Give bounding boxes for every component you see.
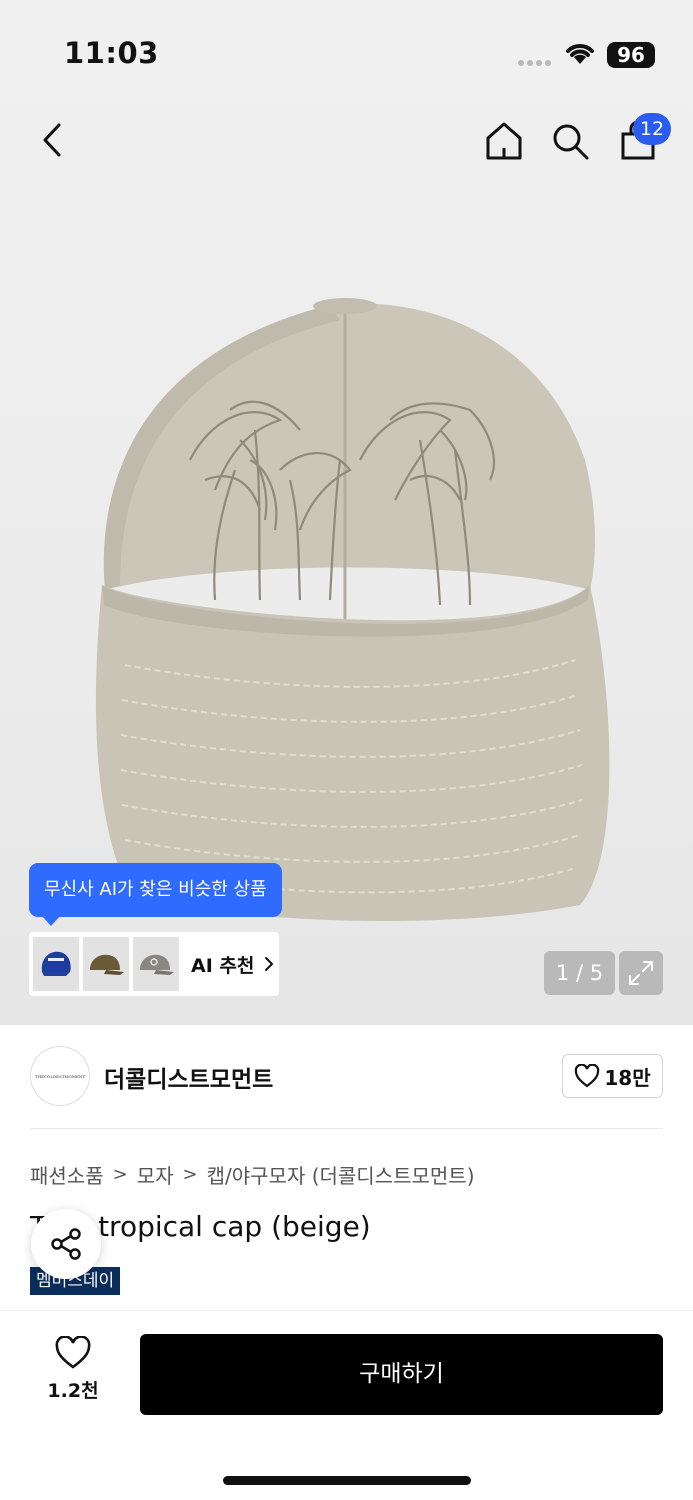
tooltip-tail bbox=[42, 916, 60, 926]
share-icon bbox=[51, 1228, 81, 1260]
ai-thumbnail[interactable] bbox=[83, 937, 129, 991]
home-icon bbox=[486, 122, 522, 160]
brand-logo[interactable]: THECOLDESTMOMENT bbox=[30, 1046, 90, 1106]
brand-row: THECOLDESTMOMENT 더콜디스트모먼트 18만 bbox=[30, 1046, 663, 1106]
cellular-signal-icon bbox=[518, 60, 551, 66]
brand-like-count: 18만 bbox=[604, 1065, 651, 1090]
image-page-counter: 1 / 5 bbox=[544, 951, 615, 995]
chevron-right-icon bbox=[265, 957, 274, 971]
brand-logo-text: THECOLDESTMOMENT bbox=[34, 1073, 86, 1079]
home-button[interactable] bbox=[480, 116, 528, 166]
status-bar: 11:03 96 bbox=[0, 0, 693, 100]
share-button[interactable] bbox=[31, 1209, 101, 1279]
breadcrumb-item[interactable]: 모자 bbox=[137, 1160, 174, 1189]
heart-icon bbox=[575, 1064, 600, 1088]
breadcrumb-item[interactable]: 캡/야구모자 (더콜디스트모먼트) bbox=[207, 1160, 475, 1189]
brand-name[interactable]: 더콜디스트모먼트 bbox=[104, 1060, 273, 1094]
ai-thumbnail[interactable] bbox=[33, 937, 79, 991]
breadcrumb-item[interactable]: 패션소품 bbox=[30, 1160, 104, 1189]
search-button[interactable] bbox=[546, 116, 594, 166]
home-indicator[interactable] bbox=[223, 1476, 471, 1485]
brand-like-button[interactable]: 18만 bbox=[562, 1054, 663, 1098]
chevron-right-icon: > bbox=[182, 1164, 198, 1185]
cart-count-badge: 12 bbox=[633, 113, 671, 145]
product-like-count: 1.2천 bbox=[47, 1380, 99, 1402]
chevron-left-icon bbox=[43, 123, 61, 157]
grey-cap-thumbnail bbox=[140, 954, 174, 975]
ai-thumbnail[interactable] bbox=[133, 937, 179, 991]
product-like-button[interactable]: 1.2천 bbox=[30, 1336, 116, 1410]
back-button[interactable] bbox=[30, 115, 74, 165]
chevron-right-icon: > bbox=[112, 1164, 128, 1185]
breadcrumb: 패션소품 > 모자 > 캡/야구모자 (더콜디스트모먼트) bbox=[30, 1160, 475, 1189]
wifi-icon bbox=[566, 44, 594, 64]
battery-icon: 96 bbox=[607, 42, 655, 68]
status-time: 11:03 bbox=[64, 36, 159, 70]
blue-cap-thumbnail bbox=[41, 951, 71, 976]
ai-recommend-tooltip[interactable]: 무신사 AI가 찾은 비슷한 상품 bbox=[29, 863, 282, 917]
search-icon bbox=[553, 124, 589, 160]
divider bbox=[30, 1128, 663, 1129]
expand-icon bbox=[629, 961, 653, 985]
heart-icon bbox=[55, 1336, 91, 1369]
olive-cap-thumbnail bbox=[90, 954, 124, 975]
ai-recommend-label: AI 추천 bbox=[191, 954, 255, 977]
ai-recommend-card[interactable]: AI 추천 bbox=[29, 932, 279, 996]
buy-button[interactable]: 구매하기 bbox=[140, 1334, 663, 1415]
expand-image-button[interactable] bbox=[619, 951, 663, 995]
